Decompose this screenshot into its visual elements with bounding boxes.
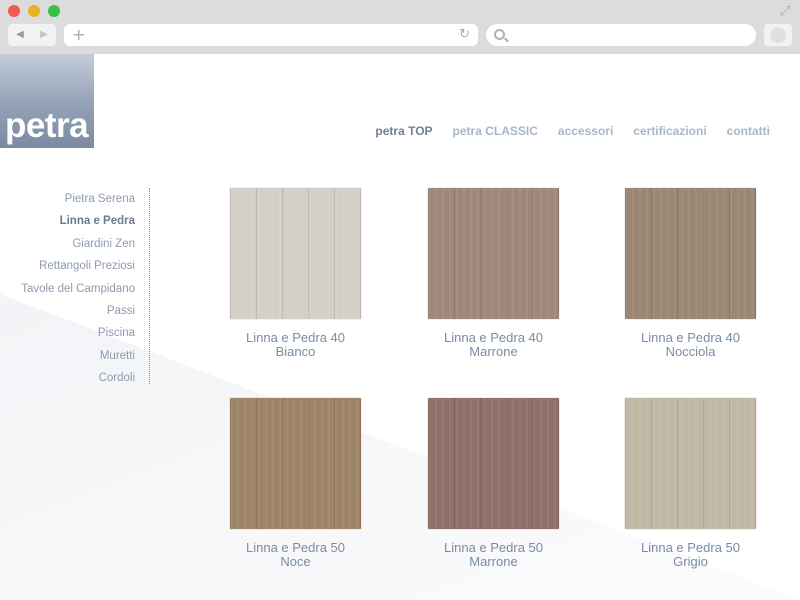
reload-icon[interactable]: ↻ <box>459 24 470 46</box>
product-caption: Linna e Pedra 50 Noce <box>230 541 361 569</box>
sidebar-item-linna-e-pedra[interactable]: Linna e Pedra <box>0 210 135 232</box>
nav-petra-top[interactable]: petra TOP <box>375 124 432 138</box>
nav-accessori[interactable]: accessori <box>558 124 613 138</box>
forward-button[interactable]: ▶ <box>32 24 56 46</box>
history-nav: ◀ ▶ <box>8 24 56 46</box>
sidebar-item-muretti[interactable]: Muretti <box>0 345 135 367</box>
product-card[interactable]: Linna e Pedra 40 Marrone <box>428 188 559 359</box>
extension-icon <box>770 27 786 43</box>
close-window-button[interactable] <box>8 5 20 17</box>
search-icon <box>494 29 505 40</box>
product-caption: Linna e Pedra 40 Marrone <box>428 331 559 359</box>
product-color: Nocciola <box>665 344 716 359</box>
sidebar-item-passi[interactable]: Passi <box>0 300 135 322</box>
sidebar-item-rettangoli-preziosi[interactable]: Rettangoli Preziosi <box>0 255 135 277</box>
site-logo[interactable]: petra <box>0 54 94 148</box>
product-caption: Linna e Pedra 40 Nocciola <box>625 331 756 359</box>
address-bar[interactable]: + ↻ <box>64 24 478 46</box>
product-card[interactable]: Linna e Pedra 40 Bianco <box>230 188 361 359</box>
product-image[interactable] <box>625 398 756 529</box>
fullscreen-icon[interactable]: ⤢ <box>778 5 792 19</box>
product-name: Linna e Pedra 40 <box>245 330 346 345</box>
sidebar-item-pietra-serena[interactable]: Pietra Serena <box>0 188 135 210</box>
nav-contatti[interactable]: contatti <box>727 124 770 138</box>
minimize-window-button[interactable] <box>28 5 40 17</box>
product-color: Grigio <box>673 554 708 569</box>
product-caption: Linna e Pedra 50 Grigio <box>625 541 756 569</box>
product-caption: Linna e Pedra 40 Bianco <box>230 331 361 359</box>
product-color: Noce <box>280 554 311 569</box>
product-name: Linna e Pedra 50 <box>640 540 741 555</box>
main-navigation: petra TOP petra CLASSIC accessori certif… <box>375 124 770 138</box>
product-image[interactable] <box>625 188 756 319</box>
product-image[interactable] <box>230 188 361 319</box>
product-name: Linna e Pedra 40 <box>640 330 741 345</box>
sidebar-item-piscina[interactable]: Piscina <box>0 322 135 344</box>
search-bar[interactable] <box>486 24 756 46</box>
back-button[interactable]: ◀ <box>8 24 32 46</box>
product-image[interactable] <box>230 398 361 529</box>
product-card[interactable]: Linna e Pedra 50 Grigio <box>625 398 756 569</box>
product-color: Marrone <box>469 344 518 359</box>
page: petra petra TOP petra CLASSIC accessori … <box>0 54 800 600</box>
extension-button[interactable] <box>764 24 792 46</box>
product-color: Bianco <box>275 344 316 359</box>
product-card[interactable]: Linna e Pedra 50 Marrone <box>428 398 559 569</box>
sidebar-item-cordoli[interactable]: Cordoli <box>0 367 135 389</box>
product-image[interactable] <box>428 188 559 319</box>
product-name: Linna e Pedra 40 <box>443 330 544 345</box>
browser-chrome: ⤢ ◀ ▶ + ↻ <box>0 0 800 54</box>
nav-certificazioni[interactable]: certificazioni <box>633 124 706 138</box>
product-name: Linna e Pedra 50 <box>443 540 544 555</box>
product-card[interactable]: Linna e Pedra 50 Noce <box>230 398 361 569</box>
product-card[interactable]: Linna e Pedra 40 Nocciola <box>625 188 756 359</box>
maximize-window-button[interactable] <box>48 5 60 17</box>
product-name: Linna e Pedra 50 <box>245 540 346 555</box>
new-tab-icon[interactable]: + <box>72 24 85 46</box>
nav-petra-classic[interactable]: petra CLASSIC <box>453 124 538 138</box>
product-caption: Linna e Pedra 50 Marrone <box>428 541 559 569</box>
category-sidebar: Pietra Serena Linna e Pedra Giardini Zen… <box>0 188 150 384</box>
sidebar-item-tavole-del-campidano[interactable]: Tavole del Campidano <box>0 278 135 300</box>
product-color: Marrone <box>469 554 518 569</box>
product-image[interactable] <box>428 398 559 529</box>
logo-text: petra <box>5 106 89 145</box>
sidebar-item-giardini-zen[interactable]: Giardini Zen <box>0 233 135 255</box>
